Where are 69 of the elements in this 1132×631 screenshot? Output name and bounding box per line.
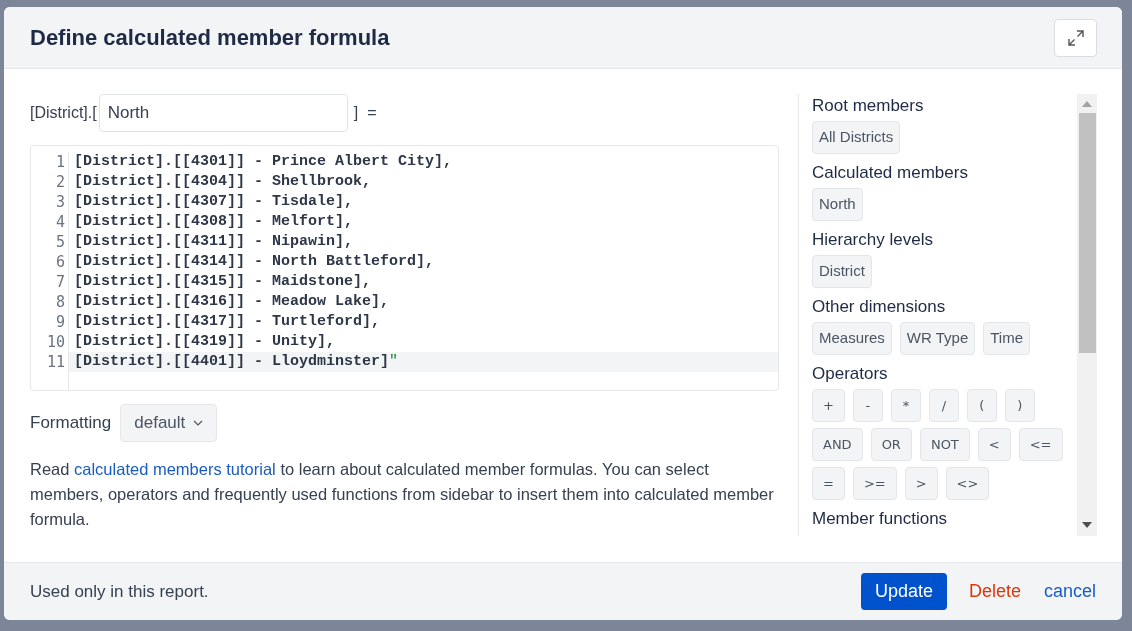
code-editor[interactable] [30,145,779,391]
operator-button[interactable]: <> [945,467,990,500]
code-line: [District].[[4317]] - Turtleford], [74,313,381,330]
code-line: [District].[[4319]] - Unity], [74,333,336,350]
operator-button[interactable]: < [977,428,1011,461]
line-number: 6 [55,252,65,272]
member-chip[interactable]: Time [983,322,1031,355]
section-heading: Calculated members [812,162,969,184]
formatting-dropdown[interactable]: default [120,404,218,442]
line-number: 10 [46,332,65,352]
member-chip[interactable]: North [812,188,863,221]
equals-sign: = [367,103,377,123]
operator-button[interactable]: > [904,467,938,500]
tutorial-link[interactable]: calculated members tutorial [74,460,276,478]
code-line: [District].[[4307]] - Tisdale], [74,193,354,210]
section-heading: Operators [812,363,889,385]
code-line: [District].[[4301]] - Prince Albert City], [74,153,453,170]
code-line: [District].[[4314]] - North Battleford], [74,253,435,270]
line-number: 5 [55,232,65,252]
operator-button[interactable]: <= [1018,428,1063,461]
line-number: 11 [46,352,65,372]
operator-button[interactable]: = [812,467,845,500]
member-chip[interactable]: District [812,255,872,288]
section-heading: Other dimensions [812,296,947,318]
expand-icon [1066,28,1085,47]
operator-button[interactable]: - [852,389,883,422]
operator-button[interactable]: / [928,389,959,422]
delete-link[interactable]: Delete [968,578,1021,605]
formatting-label: Formatting [30,412,112,435]
line-number: 2 [55,172,65,192]
chevron-down-icon [193,420,204,426]
footer-note: Used only in this report. [30,580,209,603]
operator-button[interactable]: OR [870,428,912,461]
line-number: 3 [55,192,65,212]
code-line: [District].[[4401]] - Lloydminster]" [74,353,399,370]
help-text: Read calculated members tutorial to learn about calculated member formulas. You can select members, operators and frequently used functions from sidebar to insert them into calculated member formula. [30,459,775,530]
code-line: [District].[[4311]] - Nipawin], [74,233,354,250]
line-number: 7 [55,272,65,292]
scrollbar[interactable] [1077,94,1097,536]
member-chip[interactable]: All Districts [812,121,901,154]
operator-button[interactable]: >= [852,467,897,500]
line-number: 9 [55,312,65,332]
expand-button[interactable] [1054,18,1097,57]
line-number: 4 [55,212,65,232]
member-chip[interactable]: WR Type [899,322,976,355]
update-button[interactable]: Update [860,573,947,610]
cancel-link[interactable]: cancel [1043,578,1096,605]
operator-button[interactable]: NOT [919,428,970,461]
code-line: [District].[[4315]] - Maidstone], [74,273,372,290]
line-number: 8 [55,292,65,312]
operator-button[interactable]: * [890,389,921,422]
operator-button[interactable]: ( [966,389,997,422]
code-line: [District].[[4308]] - Melfort], [74,213,354,230]
section-heading: Member functions [812,508,949,530]
dialog-title: Define calculated member formula [30,24,390,52]
scroll-down-icon [1082,522,1092,528]
member-chip[interactable]: Measures [812,322,892,355]
operator-button[interactable]: + [812,389,845,422]
scroll-up-icon [1082,101,1092,107]
member-name-field[interactable]: North [98,94,348,132]
operator-button[interactable]: AND [812,428,863,461]
section-heading: Root members [812,95,925,117]
line-number: 1 [55,152,65,172]
code-line: [District].[[4304]] - Shellbrook, [74,173,372,190]
operator-button[interactable]: ) [1004,389,1035,422]
section-heading: Hierarchy levels [812,229,934,251]
name-suffix: ] [353,103,359,123]
name-prefix: [District].[ [30,103,97,123]
code-line: [District].[[4316]] - Meadow Lake], [74,293,390,310]
